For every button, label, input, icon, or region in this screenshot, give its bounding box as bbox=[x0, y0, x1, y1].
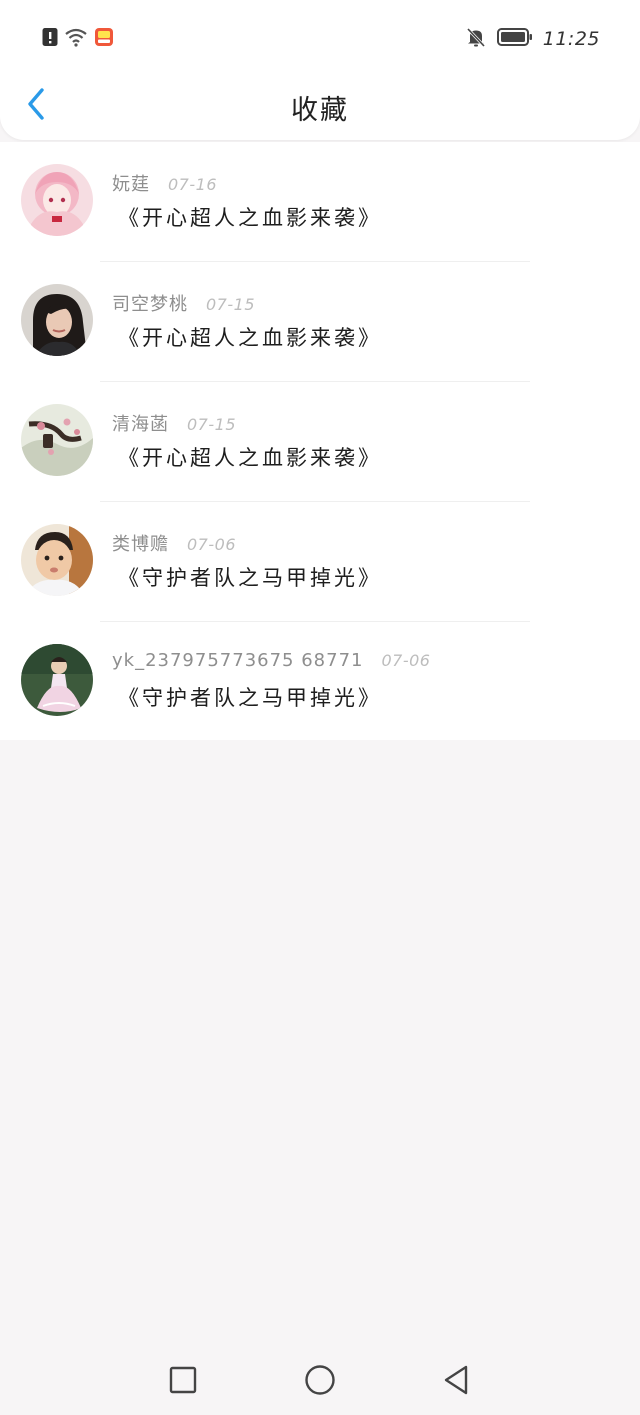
home-circle-icon bbox=[304, 1364, 336, 1400]
status-time: 11:25 bbox=[542, 28, 600, 50]
bell-off-icon bbox=[465, 26, 487, 52]
item-meta: yk_237975773675 68771 07-06 bbox=[112, 650, 430, 671]
favorite-item[interactable]: 类博赡 07-06 《守护者队之马甲掉光》 bbox=[0, 502, 640, 622]
favorite-item[interactable]: yk_237975773675 68771 07-06 《守护者队之马甲掉光》 bbox=[0, 622, 640, 742]
work-title: 《开心超人之血影来袭》 bbox=[118, 326, 382, 350]
back-triangle-icon bbox=[442, 1364, 470, 1400]
page-title: 收藏 bbox=[291, 95, 349, 126]
work-title: 《开心超人之血影来袭》 bbox=[118, 446, 382, 470]
user-name: 司空梦桃 bbox=[112, 294, 188, 315]
wifi-icon bbox=[64, 27, 88, 51]
favorite-item[interactable]: 妧莛 07-16 《开心超人之血影来袭》 bbox=[0, 142, 640, 262]
work-title: 《守护者队之马甲掉光》 bbox=[118, 566, 382, 590]
favorite-date: 07-06 bbox=[381, 651, 431, 670]
recents-button[interactable] bbox=[163, 1362, 203, 1402]
status-bar: 11:25 bbox=[0, 0, 640, 76]
item-meta: 妧莛 07-16 bbox=[112, 170, 217, 196]
favorite-date: 07-06 bbox=[187, 535, 236, 554]
avatar bbox=[21, 284, 93, 356]
avatar bbox=[21, 404, 93, 476]
recents-square-icon bbox=[169, 1366, 197, 1398]
favorites-list: 妧莛 07-16 《开心超人之血影来袭》 司空梦桃 07-15 《开心超人之血影… bbox=[0, 142, 640, 740]
item-meta: 类博赡 07-06 bbox=[112, 530, 236, 556]
item-meta: 司空梦桃 07-15 bbox=[112, 290, 255, 316]
favorite-date: 07-15 bbox=[187, 415, 236, 434]
app-notification-icon bbox=[94, 27, 114, 51]
home-button[interactable] bbox=[300, 1362, 340, 1402]
avatar bbox=[21, 644, 93, 716]
user-name: 妧莛 bbox=[112, 174, 150, 195]
system-navigation-bar bbox=[0, 1348, 640, 1415]
status-left-icons bbox=[42, 28, 114, 50]
status-right-icons: 11:25 bbox=[465, 26, 600, 52]
battery-icon bbox=[496, 27, 533, 51]
navigation-bar: 收藏 bbox=[0, 76, 640, 138]
avatar bbox=[21, 164, 93, 236]
favorite-item[interactable]: 清海菡 07-15 《开心超人之血影来袭》 bbox=[0, 382, 640, 502]
user-name: yk_237975773675 68771 bbox=[112, 650, 364, 671]
item-meta: 清海菡 07-15 bbox=[112, 410, 236, 436]
favorite-date: 07-16 bbox=[168, 175, 217, 194]
favorite-item[interactable]: 司空梦桃 07-15 《开心超人之血影来袭》 bbox=[0, 262, 640, 382]
avatar bbox=[21, 524, 93, 596]
user-name: 清海菡 bbox=[112, 414, 169, 435]
user-name: 类博赡 bbox=[112, 534, 169, 555]
alert-icon bbox=[42, 27, 58, 51]
favorite-date: 07-15 bbox=[206, 295, 255, 314]
header-card: 11:25 收藏 bbox=[0, 0, 640, 140]
system-back-button[interactable] bbox=[436, 1362, 476, 1402]
work-title: 《开心超人之血影来袭》 bbox=[118, 206, 382, 230]
work-title: 《守护者队之马甲掉光》 bbox=[118, 686, 382, 710]
